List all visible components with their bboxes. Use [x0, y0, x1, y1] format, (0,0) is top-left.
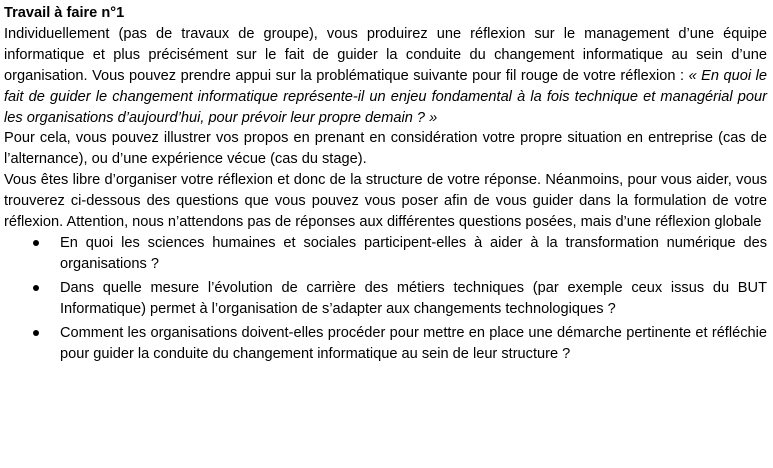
bullet-icon: [33, 284, 39, 291]
question-text: En quoi les sciences humaines et sociale…: [60, 234, 767, 272]
list-item: Dans quelle mesure l’évolution de carriè…: [33, 278, 767, 320]
question-text: Dans quelle mesure l’évolution de carriè…: [60, 279, 767, 317]
assignment-title: Travail à faire n°1: [4, 5, 125, 21]
document-body: Travail à faire n°1 Individuellement (pa…: [4, 3, 767, 367]
bullet-icon: [33, 329, 39, 336]
list-item: En quoi les sciences humaines et sociale…: [33, 233, 767, 275]
question-list: En quoi les sciences humaines et sociale…: [4, 233, 767, 364]
question-text: Comment les organisations doivent-elles …: [60, 324, 767, 362]
intro-text: Individuellement (pas de travaux de grou…: [4, 25, 767, 84]
context-paragraph: Pour cela, vous pouvez illustrer vos pro…: [4, 130, 767, 168]
instructions-paragraph: Vous êtes libre d’organiser votre réflex…: [4, 172, 767, 231]
bullet-icon: [33, 239, 39, 246]
list-item: Comment les organisations doivent-elles …: [33, 323, 767, 365]
intro-paragraph: Individuellement (pas de travaux de grou…: [4, 24, 767, 129]
